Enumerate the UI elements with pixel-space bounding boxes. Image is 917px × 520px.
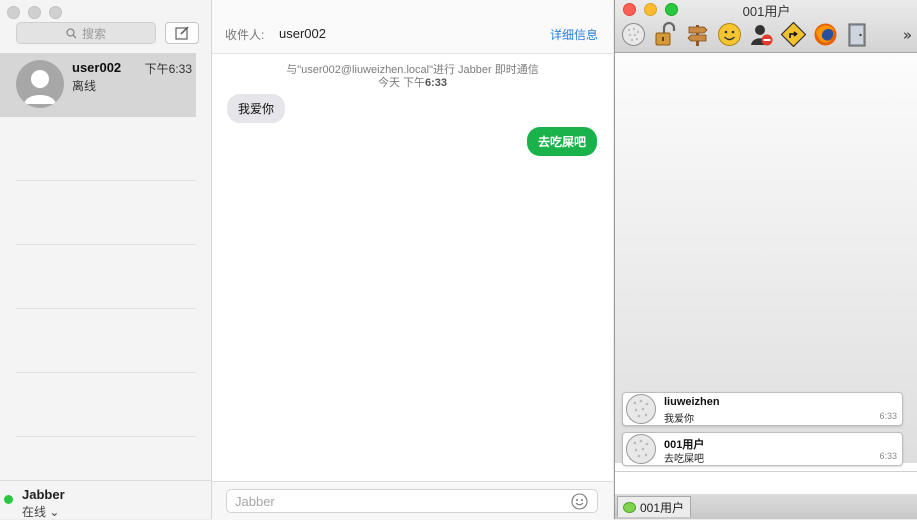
- golf-ball-icon[interactable]: [621, 22, 646, 47]
- conversation-item[interactable]: user002 下午6:33 离线: [0, 53, 196, 117]
- toolbar-overflow-button[interactable]: »: [903, 26, 912, 44]
- lock-icon[interactable]: [653, 21, 678, 47]
- account-status-menu[interactable]: 在线 ⌄: [22, 503, 59, 520]
- firefox-icon[interactable]: [813, 22, 838, 47]
- list-divider: [16, 244, 196, 245]
- signpost-icon[interactable]: [685, 22, 710, 47]
- jabber-message: liuweizhen 我爱你 6:33: [622, 392, 903, 426]
- conversation-timestamp: 今天 下午6:33: [212, 77, 613, 90]
- conversation-name: user002: [72, 60, 122, 75]
- minimize-window-button[interactable]: [28, 6, 41, 19]
- timestamp-day: 今天 下午: [377, 77, 426, 89]
- list-divider: [16, 372, 196, 373]
- account-name: Jabber: [22, 487, 65, 502]
- chat-bubble-icon: [623, 501, 636, 513]
- search-icon: [66, 27, 77, 38]
- avatar: [16, 60, 64, 108]
- jabber-chat-window: 001用户 » liuweizhen 我爱你 6:33 001用户 去吃屎吧 6…: [614, 0, 917, 519]
- list-divider: [16, 180, 196, 181]
- message-text: 去吃屎吧: [664, 454, 704, 465]
- door-icon[interactable]: [845, 22, 870, 47]
- conversation-status: 离线: [72, 79, 97, 93]
- search-field[interactable]: 搜索: [16, 22, 156, 44]
- message-time: 6:33: [879, 411, 897, 421]
- message-compose-bar: [212, 481, 613, 520]
- online-status-icon: [4, 495, 13, 504]
- message-sender: liuweizhen: [664, 396, 720, 408]
- message-text: 我爱你: [664, 414, 694, 425]
- compose-button[interactable]: [165, 22, 199, 44]
- conversation-info: 与"user002@liuweizhen.local"进行 Jabber 即时通…: [212, 64, 613, 90]
- incoming-message-bubble[interactable]: 我爱你: [227, 94, 286, 123]
- default-avatar-icon: [24, 70, 56, 104]
- outgoing-message-bubble[interactable]: 去吃屎吧: [526, 127, 597, 156]
- timestamp-time: 6:33: [425, 77, 448, 89]
- list-divider: [16, 436, 196, 437]
- account-status-bar: Jabber 在线 ⌄: [0, 480, 211, 519]
- window-controls: [623, 3, 678, 16]
- recipient-field[interactable]: user002: [279, 26, 326, 41]
- direction-sign-icon[interactable]: [781, 21, 806, 47]
- message-input[interactable]: [226, 489, 598, 513]
- search-placeholder: 搜索: [81, 26, 106, 41]
- window-controls: [7, 6, 62, 19]
- recipient-label: 收件人:: [225, 28, 265, 42]
- details-link[interactable]: 详细信息: [550, 26, 598, 43]
- smiley-icon[interactable]: [717, 22, 742, 47]
- chat-transcript: 与"user002@liuweizhen.local"进行 Jabber 即时通…: [212, 54, 613, 480]
- message-time: 6:33: [879, 451, 897, 461]
- conversation-sidebar: 搜索 user002 下午6:33 离线 Jabber 在线 ⌄: [0, 0, 212, 519]
- golf-ball-avatar-icon: [626, 434, 656, 464]
- conversation-time: 下午6:33: [144, 62, 192, 76]
- chat-header: 收件人: user002 详细信息: [212, 0, 613, 54]
- conversation-service-line: 与"user002@liuweizhen.local"进行 Jabber 即时通…: [286, 64, 539, 76]
- list-divider: [16, 308, 196, 309]
- minimize-window-button[interactable]: [644, 3, 657, 16]
- jabber-message-input[interactable]: [615, 471, 917, 495]
- jabber-toolbar: [621, 20, 870, 48]
- emoji-icon[interactable]: [571, 493, 588, 510]
- chat-tab[interactable]: 001用户: [617, 496, 691, 517]
- close-window-button[interactable]: [623, 3, 636, 16]
- golf-ball-avatar-icon: [626, 394, 656, 424]
- jabber-titlebar: 001用户 »: [615, 0, 917, 53]
- jabber-tab-bar: 001用户: [615, 494, 917, 519]
- messages-window: 搜索 user002 下午6:33 离线 Jabber 在线 ⌄ 收件人: us…: [0, 0, 613, 520]
- zoom-window-button[interactable]: [665, 3, 678, 16]
- compose-icon: [174, 26, 189, 40]
- user-block-icon[interactable]: [749, 22, 774, 47]
- close-window-button[interactable]: [7, 6, 20, 19]
- chat-tab-label: 001用户: [640, 500, 685, 515]
- jabber-message: 001用户 去吃屎吧 6:33: [622, 432, 903, 466]
- zoom-window-button[interactable]: [49, 6, 62, 19]
